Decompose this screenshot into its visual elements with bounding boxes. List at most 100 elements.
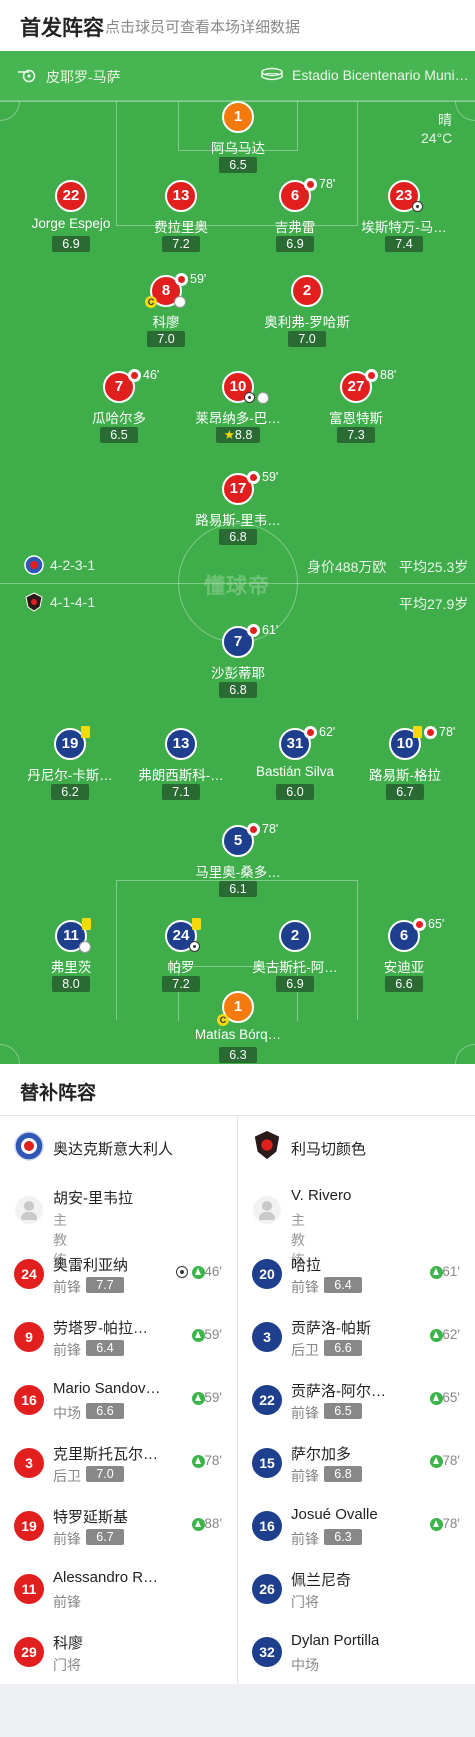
sub-player-row[interactable]: 16 Josué Ovalle 前锋 6.3 78' [238, 1503, 468, 1563]
sub-out-icon [304, 178, 317, 191]
sub-player-row[interactable]: 26 佩兰尼奇 门将 [238, 1566, 468, 1626]
player-rating: 6.5 [100, 427, 138, 443]
sub-player-row[interactable]: 3 克里斯托瓦尔… 后卫 7.0 78' [0, 1440, 230, 1500]
sub-player-row[interactable]: 20 哈拉 前锋 6.4 61' [238, 1251, 468, 1311]
sub-in-icon [430, 1455, 443, 1468]
player-name: 贡萨洛-帕斯 [291, 1320, 371, 1337]
sub-minute: 61' [262, 623, 279, 637]
player-name: 弗朗西斯科-… [138, 768, 224, 783]
sub-in-icon [192, 1455, 205, 1468]
player-position: 中场 [291, 1657, 319, 1673]
player-number: 22 [252, 1385, 282, 1415]
player-name: 奥雷利亚纳 [53, 1257, 129, 1274]
coach-name: V. Rivero [291, 1187, 352, 1204]
player-rating: 7.3 [337, 427, 375, 443]
player-rating: 8.0 [52, 976, 90, 992]
goal-icon [244, 392, 255, 403]
star-icon: ★ [223, 428, 235, 442]
player-name: 佩兰尼奇 [291, 1572, 352, 1589]
sub-minute: 61' [442, 1264, 460, 1279]
substitutes-section: 替补阵容 奥达克斯意大利人 利马切颜色 胡安-里韦拉 主教练 V. Rivero… [0, 1064, 475, 1684]
player-name: 帕罗 [167, 960, 195, 975]
sub-player-row[interactable]: 9 劳塔罗-帕拉… 前锋 6.4 59' [0, 1314, 230, 1374]
sub-minute: 88' [380, 368, 397, 382]
venue-name: Estadio Bicentenario Muni… [292, 67, 469, 83]
sub-minute: 62' [319, 725, 336, 739]
sub-minute: 46' [204, 1264, 222, 1279]
sub-player-row[interactable]: 19 特罗延斯基 前锋 6.7 88' [0, 1503, 230, 1563]
watermark-logo: 懂球帝 [204, 575, 270, 598]
player-number: 1 [222, 101, 254, 133]
player-rating: 7.4 [385, 236, 423, 252]
sub-minute: 65' [442, 1390, 460, 1405]
sub-player-row[interactable]: 22 贡萨洛-阿尔… 前锋 6.5 65' [238, 1377, 468, 1437]
sub-player-row[interactable]: 11 Alessandro R… 前锋 [0, 1566, 230, 1626]
player-name: 贡萨洛-阿尔… [291, 1383, 386, 1400]
sub-minute: 59' [204, 1390, 222, 1405]
player-name: Josué Ovalle [291, 1506, 378, 1523]
sub-minute: 46' [143, 368, 160, 382]
sub-minute: 78' [439, 725, 456, 739]
player-number: 13 [165, 180, 197, 212]
player-rating: 6.3 [324, 1529, 362, 1545]
player-number: 3 [252, 1322, 282, 1352]
player-name: 阿乌马达 [211, 141, 265, 156]
sub-minute: 59' [190, 272, 207, 286]
player-name: 科廖 [152, 315, 180, 330]
player-rating: 6.7 [86, 1529, 124, 1545]
player-name: 哈拉 [291, 1257, 322, 1274]
player-rating: 6.5 [324, 1403, 362, 1419]
player-rating: 7.2 [162, 976, 200, 992]
player-rating: 6.6 [385, 976, 423, 992]
sub-player-row[interactable]: 16 Mario Sandov… 中场 6.6 59' [0, 1377, 230, 1437]
sub-in-icon [430, 1329, 443, 1342]
player-number: 20 [252, 1259, 282, 1289]
player-name: 特罗延斯基 [53, 1509, 129, 1526]
player-position: 前锋 [53, 1279, 81, 1295]
sub-player-row[interactable]: 29 科廖 门将 [0, 1629, 230, 1689]
player-number: 2 [279, 920, 311, 952]
sub-out-icon [247, 624, 260, 637]
sub-out-icon [247, 823, 260, 836]
player-position: 前锋 [53, 1594, 81, 1610]
player-rating: 7.0 [147, 331, 185, 347]
player-number: 13 [165, 728, 197, 760]
sub-in-icon [430, 1392, 443, 1405]
away-team-name: 利马切颜色 [291, 1141, 367, 1158]
sub-player-row[interactable]: 32 Dylan Portilla 中场 [238, 1629, 468, 1689]
player-name: 萨尔加多 [291, 1446, 352, 1463]
player-rating: 7.0 [288, 331, 326, 347]
player-position: 前锋 [291, 1405, 319, 1421]
sub-minute: 78' [319, 177, 336, 191]
player-name: 奥古斯托-阿… [252, 960, 338, 975]
player-rating: 6.6 [324, 1340, 362, 1356]
page-header: 首发阵容 点击球员可查看本场详细数据 [0, 0, 475, 51]
sub-in-icon [430, 1518, 443, 1531]
away-formation: 4-1-4-1 [50, 594, 96, 610]
home-team-value: 身价488万欧 [307, 559, 387, 575]
player-number: 3 [14, 1448, 44, 1478]
player-position: 后卫 [291, 1342, 319, 1358]
pitch: 皮耶罗-马萨 Estadio Bicentenario Muni… 晴 24°C… [0, 51, 475, 1064]
player-number: 24 [14, 1259, 44, 1289]
player-name: 费拉里奥 [154, 220, 208, 235]
sub-out-icon [175, 273, 188, 286]
sub-player-row[interactable]: 3 贡萨洛-帕斯 后卫 6.6 62' [238, 1314, 468, 1374]
player-name: 丹尼尔-卡斯… [27, 768, 113, 783]
player-rating-value: 8.8 [234, 428, 253, 442]
coach-avatar [253, 1196, 281, 1224]
player-rating: 6.2 [51, 784, 89, 800]
player-number: 15 [252, 1448, 282, 1478]
goal-icon [412, 201, 423, 212]
assist-icon [79, 941, 91, 953]
sub-player-row[interactable]: 24 奥雷利亚纳 前锋 7.7 46' [0, 1251, 230, 1311]
assist-icon [174, 296, 186, 308]
player-name: Alessandro R… [53, 1569, 159, 1586]
player-position: 前锋 [53, 1342, 81, 1358]
player-rating: 6.5 [219, 157, 257, 173]
sub-in-icon [192, 1392, 205, 1405]
player-position: 前锋 [291, 1279, 319, 1295]
sub-player-row[interactable]: 15 萨尔加多 前锋 6.8 78' [238, 1440, 468, 1500]
away-avg-age: 平均27.9岁 [399, 596, 469, 612]
player-rating: 6.1 [219, 881, 257, 897]
